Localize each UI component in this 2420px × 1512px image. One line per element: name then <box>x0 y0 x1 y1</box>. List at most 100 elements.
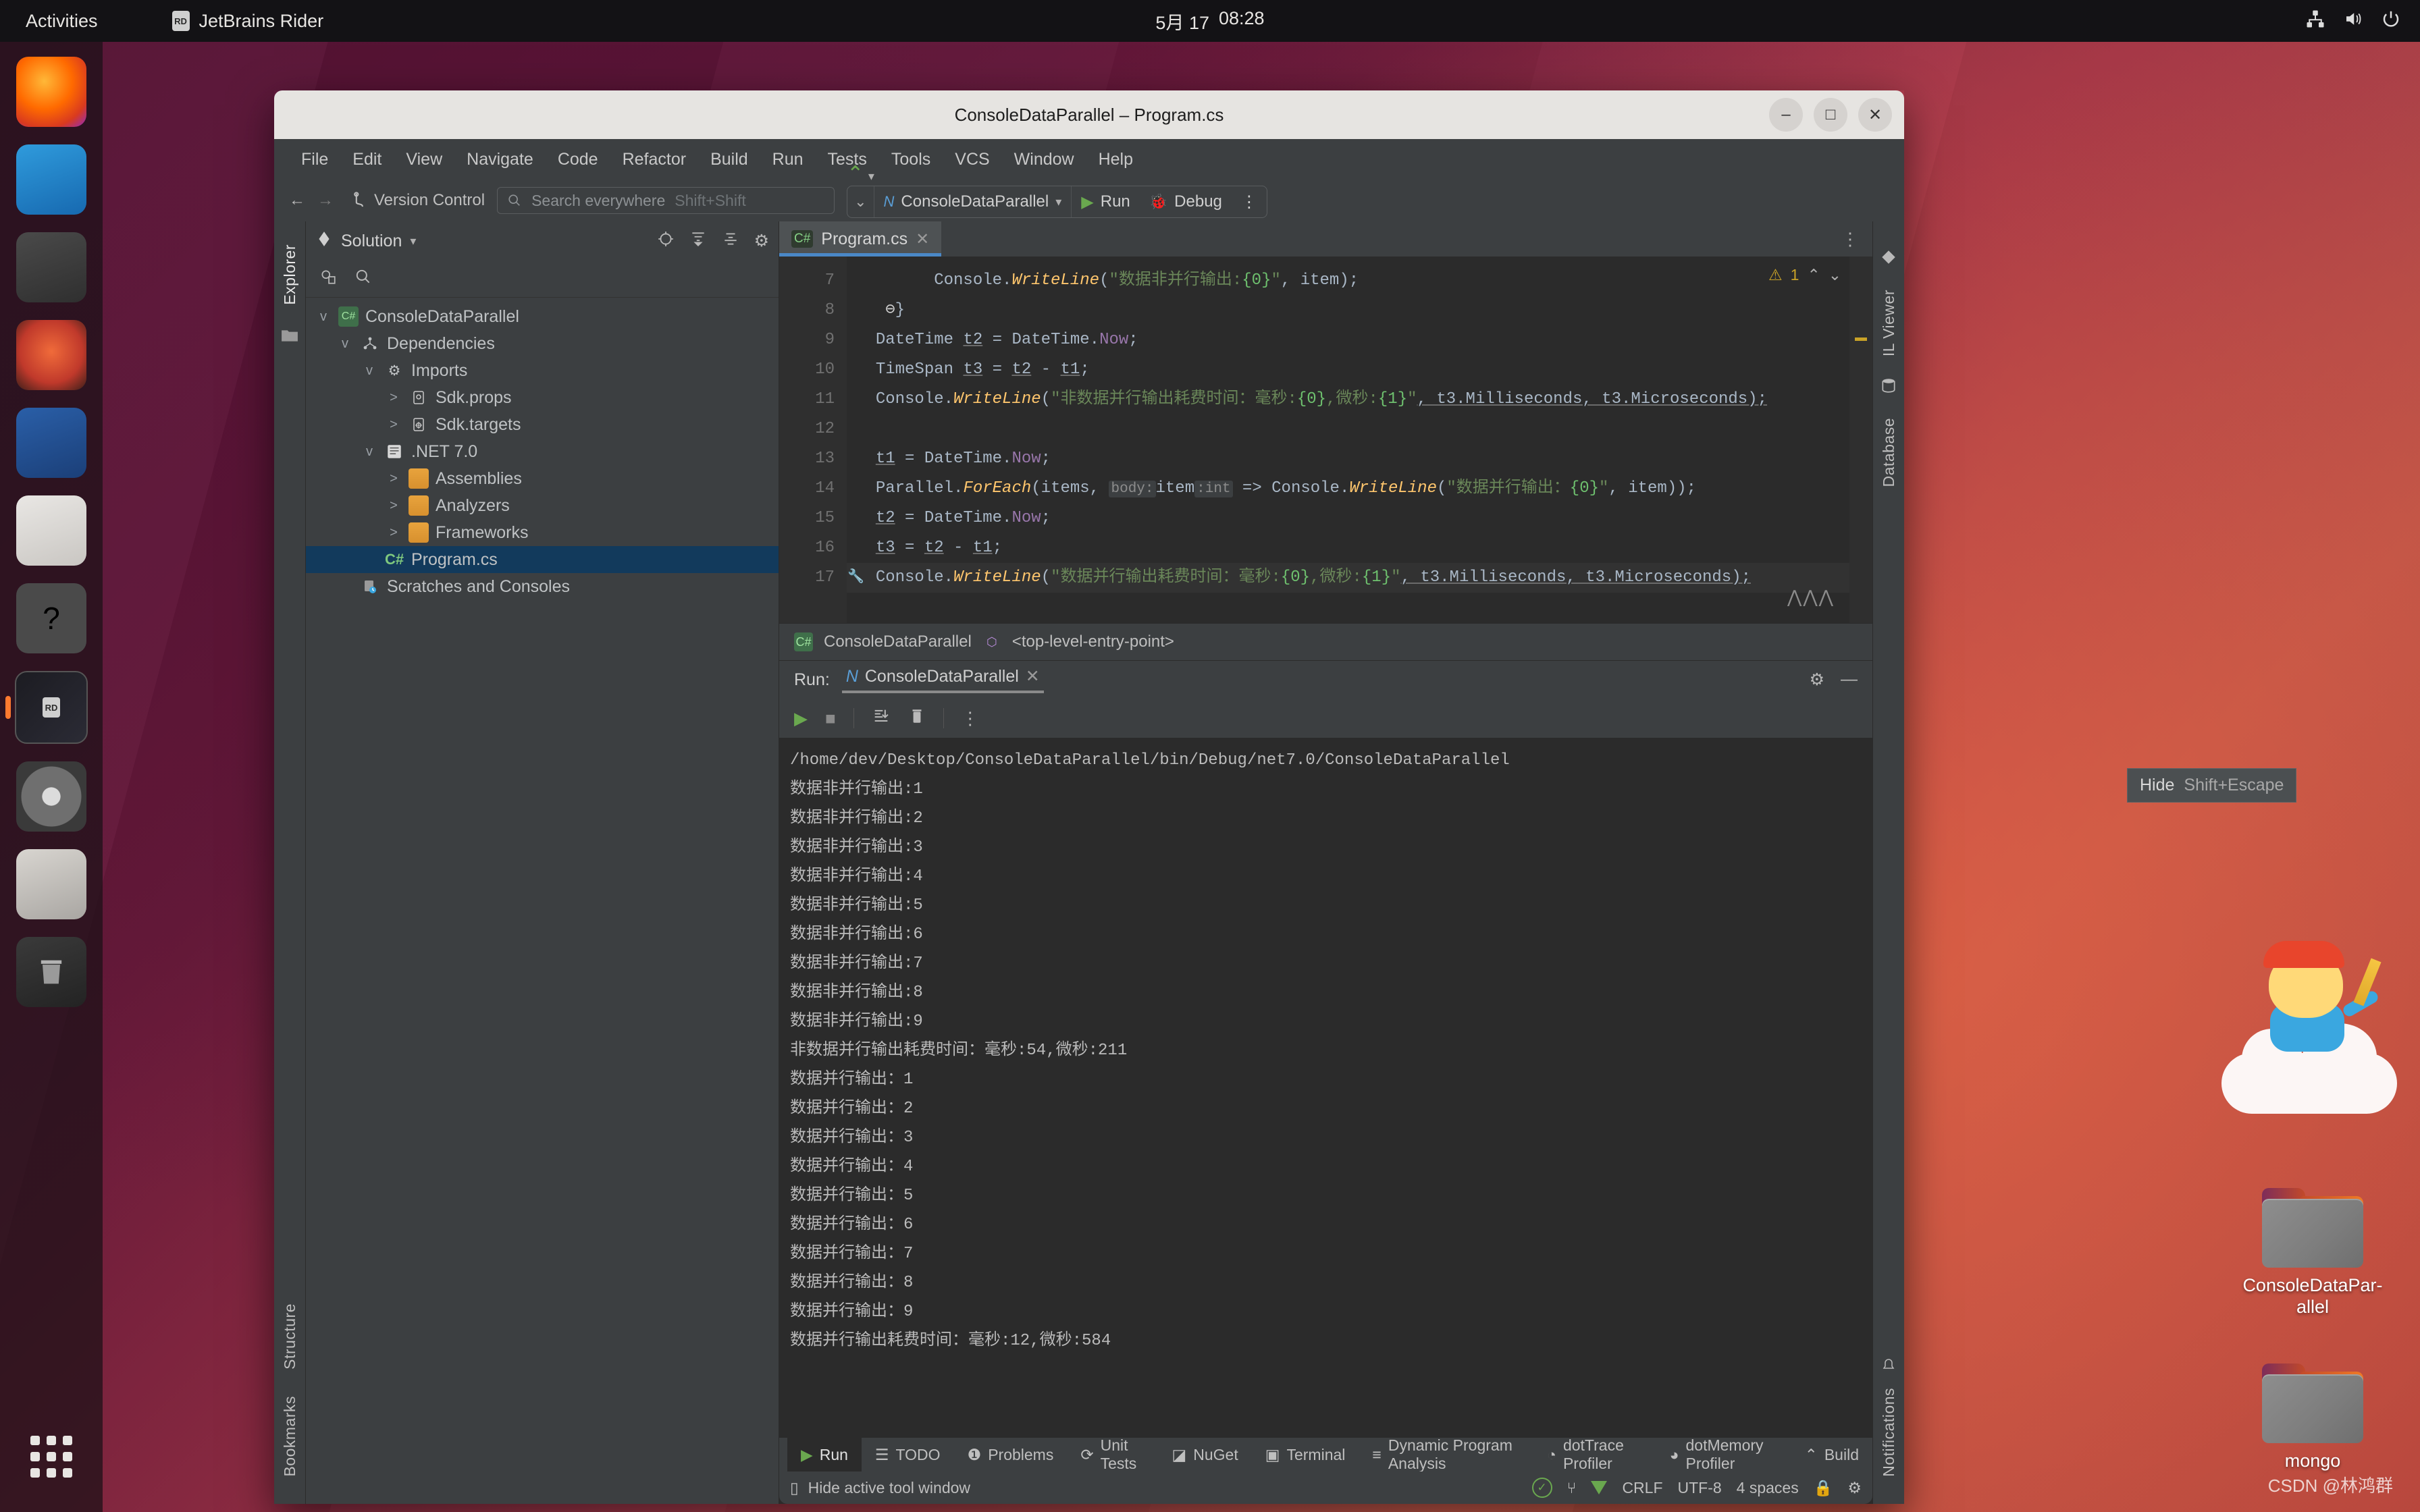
tool-tab-nuget[interactable]: ◪ NuGet <box>1159 1438 1252 1472</box>
close-icon[interactable]: ✕ <box>1026 666 1040 686</box>
il-viewer-icon[interactable] <box>1880 248 1897 269</box>
menu-run[interactable]: Run <box>760 150 816 169</box>
dock-item-libreoffice-writer[interactable] <box>16 408 86 478</box>
search-everywhere-field[interactable]: Search everywhere Shift+Shift <box>497 187 835 214</box>
scroll-to-end-icon[interactable] <box>872 707 891 730</box>
chevron-down-icon[interactable]: ▾ <box>868 169 874 183</box>
minimize-button[interactable]: – <box>1769 98 1803 132</box>
chevron-right-icon[interactable]: > <box>386 525 402 541</box>
chevron-right-icon[interactable]: > <box>386 471 402 487</box>
close-button[interactable]: ✕ <box>1858 98 1892 132</box>
active-app-indicator[interactable]: RD JetBrains Rider <box>172 11 323 32</box>
tool-tab-dynamic-program-analysis[interactable]: ≡ Dynamic Program Analysis <box>1359 1436 1533 1472</box>
settings-icon[interactable]: ⚙ <box>1847 1479 1862 1497</box>
code-text[interactable]: Console.WriteLine("数据非并行输出:{0}", item); … <box>847 256 1849 623</box>
inspection-ok-icon[interactable]: ✓ <box>1531 1478 1552 1498</box>
analysis-icon[interactable]: ⑂ <box>1567 1479 1577 1497</box>
minimize-icon[interactable]: — <box>1841 670 1858 690</box>
forward-icon[interactable]: → <box>317 191 334 210</box>
tree-item-sdk-targets[interactable]: > Sdk.targets <box>306 411 779 438</box>
sidebar-item-il-viewer[interactable]: IL Viewer <box>1880 290 1898 356</box>
fold-marker[interactable]: ⊖ <box>885 301 895 319</box>
tree-item-imports[interactable]: v ⚙ Imports <box>306 357 779 384</box>
dock-item-firefox[interactable] <box>16 57 86 127</box>
desktop-icon-consoledataparallel[interactable]: ConsoleDataPar- allel <box>2228 1188 2397 1318</box>
menu-refactor[interactable]: Refactor <box>610 150 698 169</box>
dock-item-ubuntu-software[interactable] <box>16 495 86 566</box>
dock-item-text-editor[interactable] <box>16 849 86 919</box>
run-tab-consoledataparallel[interactable]: N ConsoleDataParallel ✕ <box>841 666 1044 693</box>
dock-item-rhythmbox[interactable] <box>16 320 86 390</box>
tree-item-analyzers[interactable]: > Analyzers <box>306 492 779 519</box>
settings-icon[interactable]: ⚙ <box>754 231 769 251</box>
tool-tab-build[interactable]: ⌃ Build <box>1791 1438 1872 1472</box>
stop-icon[interactable]: ■ <box>825 708 836 729</box>
database-icon[interactable] <box>1880 377 1897 398</box>
clock[interactable]: 5月 17 08:28 <box>1155 8 1264 34</box>
sidebar-item-database[interactable]: Database <box>1880 418 1898 487</box>
project-view-icon[interactable] <box>319 268 337 290</box>
version-control-button[interactable]: Version Control <box>352 191 485 210</box>
tree-item-assemblies[interactable]: > Assemblies <box>306 465 779 492</box>
more-icon[interactable]: ⋮ <box>962 708 979 729</box>
menu-edit[interactable]: Edit <box>340 150 394 169</box>
tool-tab-terminal[interactable]: ▣ Terminal <box>1252 1438 1359 1472</box>
activities-button[interactable]: Activities <box>26 11 98 32</box>
code-editor[interactable]: 7 8 9 10 11 12 13 14 15 16 17 🔧 Console.… <box>779 256 1872 623</box>
tool-tab-unit-tests[interactable]: ⟳ Unit Tests <box>1067 1436 1158 1472</box>
dock-item-thunderbird[interactable] <box>16 144 86 215</box>
sidebar-item-notifications[interactable]: Notifications <box>1880 1388 1898 1477</box>
breadcrumb-member[interactable]: <top-level-entry-point> <box>1012 632 1174 651</box>
trash-icon[interactable] <box>908 707 926 730</box>
rerun-icon[interactable]: ▶ <box>794 708 808 729</box>
menu-build[interactable]: Build <box>698 150 760 169</box>
run-button[interactable]: ▶ Run <box>1072 186 1140 217</box>
chevron-down-icon[interactable]: v <box>315 309 332 325</box>
dock-item-help[interactable]: ? <box>16 583 86 653</box>
system-tray[interactable] <box>2305 9 2401 34</box>
maximize-button[interactable]: □ <box>1814 98 1847 132</box>
locate-icon[interactable] <box>657 230 675 252</box>
run-config-name[interactable]: N ConsoleDataParallel ▾ <box>874 186 1072 217</box>
chevron-down-icon[interactable]: v <box>361 363 377 379</box>
menu-view[interactable]: View <box>394 150 454 169</box>
chevron-down-icon[interactable]: ▾ <box>1055 195 1061 209</box>
indent-label[interactable]: 4 spaces <box>1737 1479 1799 1497</box>
editor-marker-gutter[interactable] <box>1849 256 1872 623</box>
tree-item-consoledataparallel[interactable]: v C# ConsoleDataParallel <box>306 303 779 330</box>
hide-tool-window-button[interactable]: ▯ Hide active tool window <box>790 1479 970 1497</box>
collapse-all-icon[interactable] <box>722 230 739 252</box>
tree-item-program-cs[interactable]: C# Program.cs <box>306 546 779 573</box>
tool-tab-dotmemory-profiler[interactable]: ◕ dotMemory Profiler <box>1656 1436 1791 1472</box>
desktop-icon-mongo[interactable]: mongo <box>2228 1364 2397 1472</box>
tree-item-scratches-and-consoles[interactable]: Scratches and Consoles <box>306 573 779 600</box>
run-configuration-selector[interactable]: ⌄ N ConsoleDataParallel ▾ ▶ Run 🐞 Debug <box>847 186 1267 218</box>
chevron-right-icon[interactable]: > <box>386 390 402 406</box>
search-icon[interactable] <box>354 268 372 290</box>
wrench-icon[interactable]: 🔧 <box>847 563 864 593</box>
chevron-down-icon[interactable]: v <box>337 336 353 352</box>
close-icon[interactable]: ✕ <box>916 230 929 249</box>
next-problem-icon[interactable]: ⌄ <box>1829 266 1841 284</box>
network-icon[interactable] <box>2305 9 2325 34</box>
inspection-widget[interactable]: ⚠ 1 ⌃ ⌄ <box>1768 266 1841 284</box>
tree-item-dependencies[interactable]: v Dependencies <box>306 330 779 357</box>
previous-problem-icon[interactable]: ⌃ <box>1807 266 1820 284</box>
tool-tab-problems[interactable]: ❶ Problems <box>954 1438 1068 1472</box>
line-separator-label[interactable]: CRLF <box>1622 1479 1662 1497</box>
more-run-options-button[interactable]: ⋮ <box>1232 186 1267 217</box>
expand-all-icon[interactable] <box>689 230 707 252</box>
tool-tab-dottrace-profiler[interactable]: ◔ dotTrace Profiler <box>1533 1436 1656 1472</box>
sidebar-item-structure[interactable]: Structure <box>281 1303 299 1370</box>
menu-navigate[interactable]: Navigate <box>454 150 546 169</box>
back-icon[interactable]: ← <box>289 191 305 210</box>
menu-code[interactable]: Code <box>546 150 610 169</box>
settings-icon[interactable]: ⚙ <box>1810 670 1824 690</box>
encoding-label[interactable]: UTF-8 <box>1678 1479 1722 1497</box>
breadcrumb-project[interactable]: ConsoleDataParallel <box>824 632 972 651</box>
notifications-icon[interactable] <box>1880 1357 1897 1377</box>
chevron-down-icon[interactable]: ⌄ <box>847 193 873 211</box>
console-output[interactable]: /home/dev/Desktop/ConsoleDataParallel/bi… <box>779 738 1872 1437</box>
chevron-down-icon[interactable]: v <box>361 444 377 460</box>
sidebar-item-explorer[interactable]: Explorer <box>281 244 299 305</box>
